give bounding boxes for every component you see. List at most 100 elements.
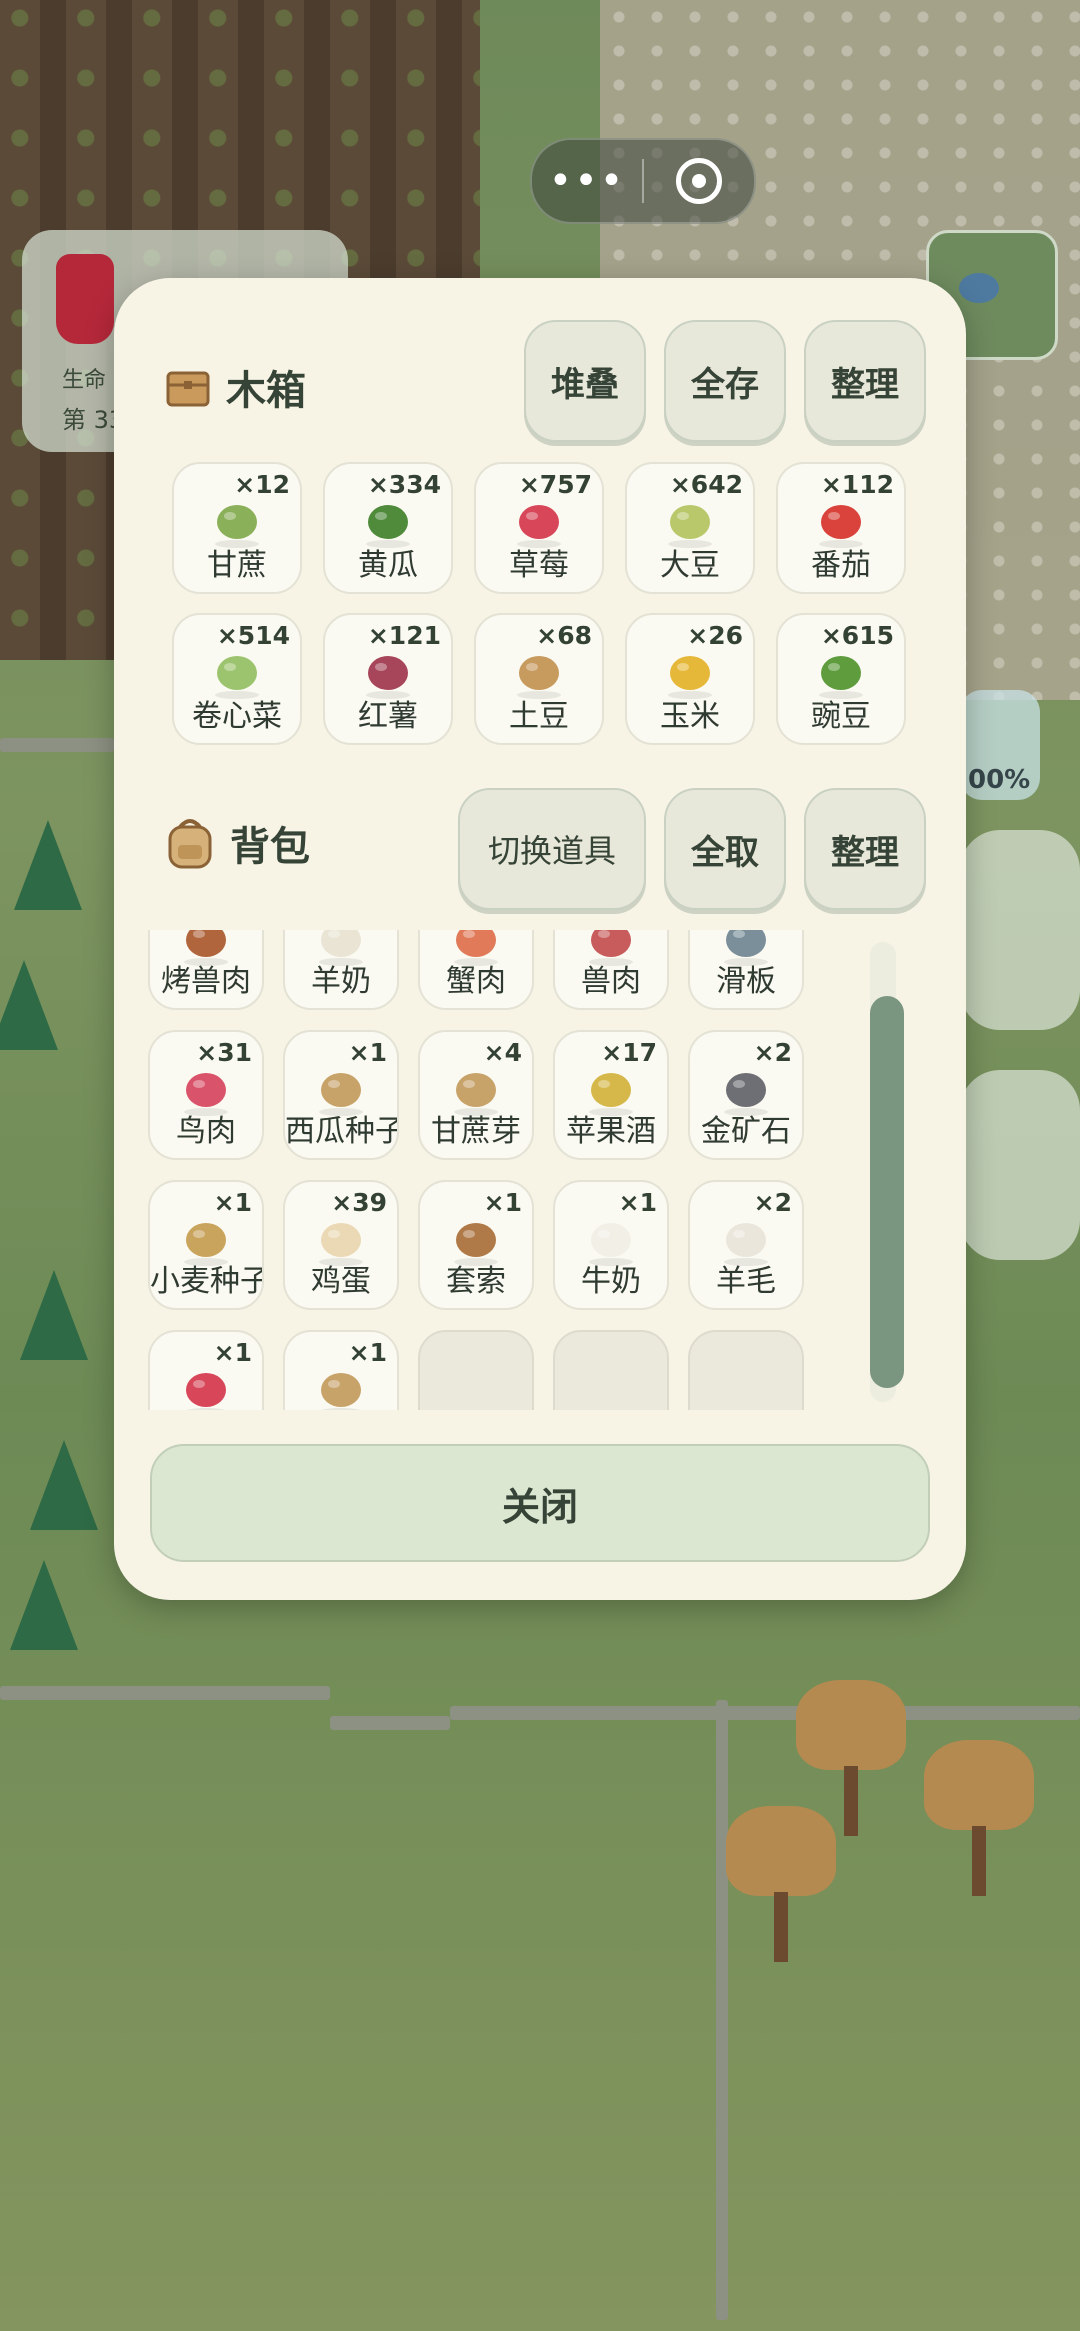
backpack-slot[interactable]: 烤兽肉 bbox=[148, 930, 264, 1010]
item-count: ×1 bbox=[483, 1188, 522, 1217]
item-name: 鸟肉 bbox=[176, 1114, 236, 1149]
backpack-slot[interactable]: ×1 西瓜种子 bbox=[283, 1030, 399, 1160]
item-name: 番茄 bbox=[811, 548, 871, 583]
item-count: ×334 bbox=[367, 470, 441, 499]
fruit-tree bbox=[796, 1680, 906, 1836]
backpack-title: 背包 bbox=[230, 824, 310, 870]
item-name: 豌豆 bbox=[811, 699, 871, 734]
fence bbox=[0, 738, 114, 752]
item-name: 蟹肉 bbox=[446, 964, 506, 999]
crate-slot[interactable]: ×757 草莓 bbox=[474, 462, 604, 594]
backpack-empty-slot[interactable] bbox=[418, 1330, 534, 1410]
item-name: 玫瑰种子 bbox=[285, 1406, 397, 1410]
crate-slot[interactable]: ×121 红薯 bbox=[323, 613, 453, 745]
crate-slot[interactable]: ×26 玉米 bbox=[625, 613, 755, 745]
crate-sort-button[interactable]: 整理 bbox=[804, 320, 926, 442]
backpack-slot[interactable]: 兽肉 bbox=[553, 930, 669, 1010]
backpack-scroll-area[interactable]: 烤兽肉 羊奶 蟹肉 兽肉 滑板 ×31 鸟肉 ×1 西瓜种子 ×4 甘蔗芽 ×17 苹果酒 ×2 金矿石 ×1… bbox=[144, 930, 914, 1410]
deposit-all-button[interactable]: 全存 bbox=[664, 320, 786, 442]
backpack-slot[interactable]: ×39 鸡蛋 bbox=[283, 1180, 399, 1310]
item-name: 烤兽肉 bbox=[161, 964, 251, 999]
close-button[interactable]: 关闭 bbox=[150, 1444, 930, 1562]
item-name: 鸡蛋 bbox=[311, 1264, 371, 1299]
item-name: 西瓜种子 bbox=[285, 1114, 397, 1149]
item-count: ×2 bbox=[753, 1188, 792, 1217]
item-count: ×1 bbox=[348, 1038, 387, 1067]
hud-life-label: 生命 bbox=[62, 368, 107, 393]
stack-button[interactable]: 堆叠 bbox=[524, 320, 646, 442]
item-name: 玉米 bbox=[660, 699, 720, 734]
scrollbar-thumb[interactable] bbox=[870, 996, 904, 1388]
item-count: ×112 bbox=[820, 470, 894, 499]
crate-slot[interactable]: ×514 卷心菜 bbox=[172, 613, 302, 745]
item-count: ×1 bbox=[348, 1338, 387, 1367]
item-name: 金矿石 bbox=[701, 1114, 791, 1149]
crate-slot[interactable]: ×12 甘蔗 bbox=[172, 462, 302, 594]
miniprogram-capsule: ••• bbox=[530, 138, 756, 224]
backpack-slot[interactable]: ×4 甘蔗芽 bbox=[418, 1030, 534, 1160]
fence bbox=[716, 1700, 728, 2320]
backpack-slot[interactable]: ×1 玫瑰种子 bbox=[283, 1330, 399, 1410]
item-name: 小麦种子 bbox=[150, 1264, 262, 1299]
crate-slot[interactable]: ×615 豌豆 bbox=[776, 613, 906, 745]
pine-tree bbox=[0, 960, 58, 1050]
backpack-slot[interactable]: ×2 金矿石 bbox=[688, 1030, 804, 1160]
crate-header: 木箱 bbox=[164, 358, 306, 416]
item-count: ×1 bbox=[213, 1338, 252, 1367]
item-name: 套索 bbox=[446, 1264, 506, 1299]
item-name: 土豆 bbox=[509, 699, 569, 734]
item-count: ×26 bbox=[687, 621, 743, 650]
backpack-sort-button[interactable]: 整理 bbox=[804, 788, 926, 910]
backpack-slot[interactable]: ×1 小麦种子 bbox=[148, 1180, 264, 1310]
item-name: 羊奶 bbox=[311, 964, 371, 999]
backpack-icon bbox=[168, 819, 212, 869]
item-count: ×31 bbox=[196, 1038, 252, 1067]
backpack-slot[interactable]: ×1 套索 bbox=[418, 1180, 534, 1310]
item-count: ×121 bbox=[367, 621, 441, 650]
side-panel-button[interactable] bbox=[960, 1070, 1080, 1260]
item-name: 草莓 bbox=[509, 548, 569, 583]
item-count: ×1 bbox=[618, 1188, 657, 1217]
item-name: 甘蔗 bbox=[207, 548, 267, 583]
vial-percent: 00% bbox=[968, 765, 1031, 795]
more-options-icon[interactable]: ••• bbox=[532, 158, 642, 204]
take-all-button[interactable]: 全取 bbox=[664, 788, 786, 910]
fence bbox=[330, 1716, 450, 1730]
item-name: 卷心菜 bbox=[192, 699, 282, 734]
backpack-slot[interactable]: ×1 牛奶 bbox=[553, 1180, 669, 1310]
crate-slot[interactable]: ×68 土豆 bbox=[474, 613, 604, 745]
fence bbox=[0, 1686, 330, 1700]
close-miniprogram-button[interactable] bbox=[644, 158, 754, 204]
crate-slot[interactable]: ×112 番茄 bbox=[776, 462, 906, 594]
item-name: 红薯 bbox=[358, 699, 418, 734]
item-name: 滑板 bbox=[716, 964, 776, 999]
backpack-slot[interactable]: 滑板 bbox=[688, 930, 804, 1010]
crate-slot[interactable]: ×334 黄瓜 bbox=[323, 462, 453, 594]
fruit-tree bbox=[924, 1740, 1034, 1896]
side-panel-button[interactable] bbox=[960, 830, 1080, 1030]
backpack-slot[interactable]: ×2 羊毛 bbox=[688, 1180, 804, 1310]
item-count: ×615 bbox=[820, 621, 894, 650]
crate-slot[interactable]: ×642 大豆 bbox=[625, 462, 755, 594]
item-name: 兽肉 bbox=[581, 964, 641, 999]
item-count: ×1 bbox=[213, 1188, 252, 1217]
backpack-slot[interactable]: ×17 苹果酒 bbox=[553, 1030, 669, 1160]
pine-tree bbox=[30, 1440, 98, 1530]
backpack-empty-slot[interactable] bbox=[688, 1330, 804, 1410]
switch-tools-button[interactable]: 切换道具 bbox=[458, 788, 646, 910]
crate-title: 木箱 bbox=[226, 368, 306, 414]
backpack-empty-slot[interactable] bbox=[553, 1330, 669, 1410]
backpack-slot[interactable]: ×1 玫瑰 bbox=[148, 1330, 264, 1410]
backpack-slot[interactable]: 羊奶 bbox=[283, 930, 399, 1010]
target-icon bbox=[676, 158, 722, 204]
item-name: 牛奶 bbox=[581, 1264, 641, 1299]
item-count: ×68 bbox=[536, 621, 592, 650]
pine-tree bbox=[20, 1270, 88, 1360]
backpack-slot[interactable]: ×31 鸟肉 bbox=[148, 1030, 264, 1160]
backpack-header: 背包 bbox=[164, 814, 310, 872]
backpack-slot[interactable]: 蟹肉 bbox=[418, 930, 534, 1010]
item-name: 玫瑰 bbox=[150, 1406, 262, 1410]
item-count: ×514 bbox=[216, 621, 290, 650]
item-count: ×2 bbox=[753, 1038, 792, 1067]
fruit-tree bbox=[726, 1806, 836, 1962]
